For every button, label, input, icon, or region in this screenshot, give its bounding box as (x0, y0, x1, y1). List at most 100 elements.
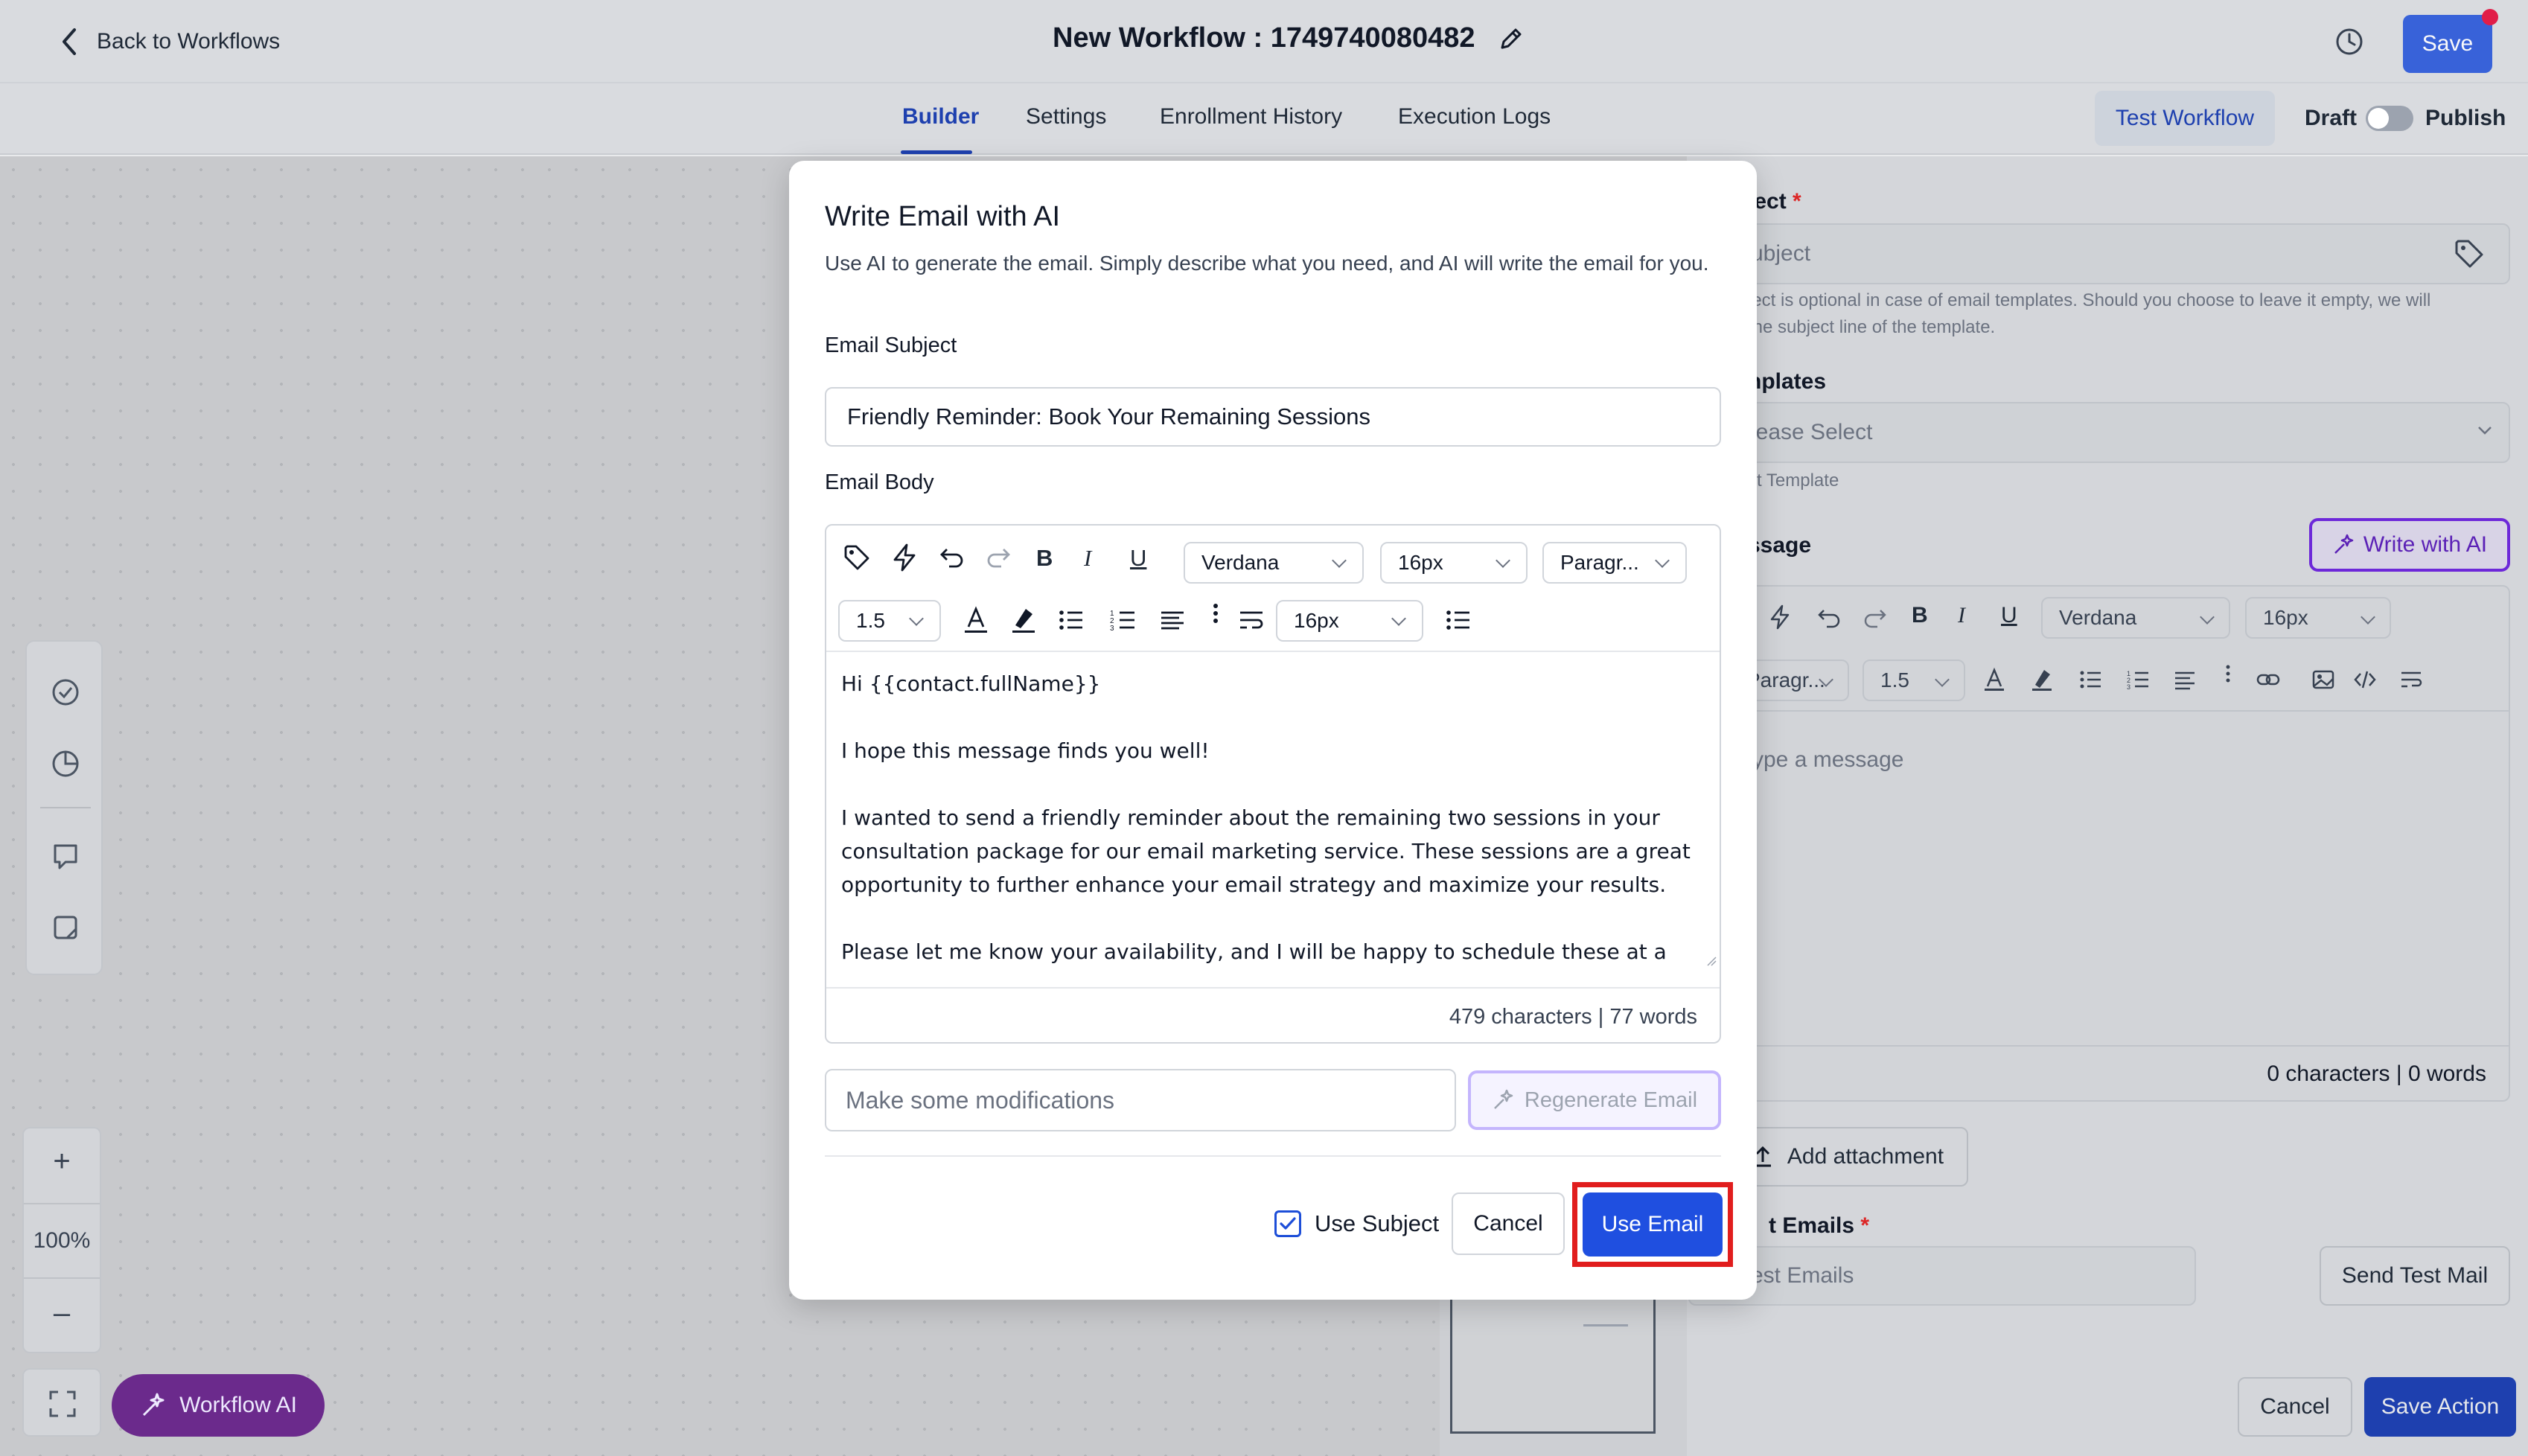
modifications-input[interactable]: Make some modifications (825, 1069, 1456, 1131)
send-test-mail-button[interactable]: Send Test Mail (2320, 1246, 2510, 1306)
save-action-button[interactable]: Save Action (2364, 1377, 2516, 1437)
check-circle-icon[interactable] (49, 676, 82, 709)
font-family-select[interactable]: Verdana (1184, 542, 1364, 584)
zoom-in-button[interactable]: + (24, 1145, 100, 1178)
fit-view-button[interactable] (22, 1368, 101, 1437)
email-subject-label: Email Subject (825, 333, 957, 357)
test-emails-input[interactable]: est Emails (1688, 1246, 2196, 1306)
tab-execution-logs[interactable]: Execution Logs (1398, 104, 1551, 130)
bullet-list-icon[interactable] (2078, 667, 2104, 692)
undo-icon[interactable] (938, 543, 966, 572)
chevron-left-icon (63, 28, 76, 55)
divider (24, 1277, 100, 1279)
bold-icon[interactable]: B (1912, 603, 1937, 628)
undo-icon[interactable] (1816, 604, 1842, 630)
line-height-select[interactable]: 1.5 (1863, 660, 1965, 701)
workflow-title: New Workflow : 1749740080482 (1053, 22, 1525, 54)
history-icon[interactable] (2333, 25, 2366, 58)
paragraph-select[interactable]: Paragr... (1542, 542, 1687, 584)
lightning-icon[interactable] (1767, 604, 1793, 630)
line-height-select[interactable]: 1.5 (838, 600, 941, 642)
sticky-note-icon[interactable] (49, 911, 82, 944)
use-subject-label[interactable]: Use Subject (1315, 1210, 1439, 1237)
text-color-icon[interactable] (1982, 667, 2007, 692)
tab-enrollment-history[interactable]: Enrollment History (1160, 104, 1342, 130)
font-size-select-secondary[interactable]: 16px (1276, 600, 1423, 642)
back-to-workflows-link[interactable]: Back to Workflows (58, 27, 280, 57)
save-button[interactable]: Save (2403, 15, 2492, 73)
tab-settings[interactable]: Settings (1026, 104, 1106, 130)
text-color-icon[interactable] (962, 606, 990, 634)
use-email-button[interactable]: Use Email (1583, 1192, 1723, 1257)
test-workflow-button[interactable]: Test Workflow (2095, 91, 2275, 146)
email-subject-input[interactable]: Friendly Reminder: Book Your Remaining S… (825, 387, 1721, 447)
tag-icon[interactable] (843, 543, 871, 572)
underline-icon[interactable]: U (2001, 603, 2026, 628)
font-family-select[interactable]: Verdana (2041, 597, 2230, 639)
code-icon[interactable] (2352, 667, 2378, 692)
regenerate-email-label: Regenerate Email (1524, 1088, 1698, 1112)
sparkle-icon (1494, 1089, 1513, 1109)
expand-icon (49, 1390, 76, 1417)
regenerate-email-button[interactable]: Regenerate Email (1468, 1070, 1721, 1130)
text-wrap-icon[interactable] (2398, 667, 2424, 692)
align-icon[interactable] (1158, 606, 1187, 634)
italic-icon[interactable]: I (1958, 603, 1983, 628)
zoom-out-button[interactable]: – (24, 1297, 100, 1330)
message-placeholder[interactable]: ype a message (1752, 747, 1903, 773)
more-vertical-icon[interactable] (1201, 601, 1230, 630)
zoom-controls: + 100% – (22, 1127, 101, 1353)
lightning-icon[interactable] (890, 543, 919, 572)
subject-help-text: ject is optional in case of email templa… (1748, 290, 2431, 337)
resize-handle-icon[interactable] (1706, 956, 1717, 966)
image-icon[interactable] (2311, 667, 2336, 692)
modal-cancel-button[interactable]: Cancel (1452, 1192, 1565, 1255)
write-with-ai-button[interactable]: Write with AI (2309, 518, 2510, 572)
numbered-list-icon[interactable]: 123 (2126, 667, 2151, 692)
pencil-icon[interactable] (1498, 25, 1525, 52)
checkmark-icon (1280, 1217, 1296, 1230)
publish-label: Publish (2425, 106, 2506, 130)
align-icon[interactable] (2172, 667, 2197, 692)
modal-title: Write Email with AI (825, 201, 1061, 232)
templates-select[interactable]: lease Select (1688, 402, 2510, 463)
comment-icon[interactable] (49, 840, 82, 872)
email-body-count: 479 characters | 77 words (826, 987, 1720, 1044)
bullet-list-icon[interactable] (1057, 606, 1085, 634)
chevron-down-icon (2478, 427, 2492, 435)
svg-text:3: 3 (1110, 625, 1114, 633)
message-editor: B I U Verdana 16px Paragr... 1.5 123 (1727, 585, 2510, 1102)
use-subject-checkbox[interactable] (1274, 1210, 1301, 1237)
divider (40, 807, 91, 808)
italic-icon[interactable]: I (1084, 545, 1112, 573)
workflow-ai-label: Workflow AI (179, 1393, 297, 1417)
redo-icon[interactable] (984, 543, 1012, 572)
highlight-icon[interactable] (2029, 667, 2055, 692)
add-attachment-button[interactable]: Add attachment (1727, 1127, 1968, 1187)
underline-icon[interactable]: U (1130, 545, 1158, 573)
numbered-list-icon[interactable]: 123 (1109, 606, 1137, 634)
font-size-select[interactable]: 16px (2245, 597, 2391, 639)
write-with-ai-label: Write with AI (2363, 532, 2488, 557)
workflow-title-text: New Workflow : 1749740080482 (1053, 22, 1475, 54)
highlight-icon[interactable] (1009, 606, 1038, 634)
text-wrap-icon[interactable] (1237, 606, 1265, 634)
redo-icon[interactable] (1863, 604, 1888, 630)
active-tab-indicator (901, 150, 972, 154)
list-icon[interactable] (1444, 606, 1472, 634)
panel-cancel-button[interactable]: Cancel (2238, 1377, 2352, 1437)
pie-chart-icon[interactable] (49, 747, 82, 780)
modal-description: Use AI to generate the email. Simply des… (825, 252, 1709, 275)
message-count: 0 characters | 0 words (1727, 1045, 2510, 1100)
font-size-select[interactable]: 16px (1380, 542, 1528, 584)
publish-toggle[interactable] (2366, 106, 2413, 131)
tag-icon[interactable] (2454, 238, 2485, 269)
subject-input[interactable]: ubject (1688, 223, 2510, 284)
link-icon[interactable] (2256, 667, 2281, 692)
tab-builder[interactable]: Builder (902, 104, 979, 130)
more-vertical-icon[interactable] (2215, 662, 2241, 688)
bold-icon[interactable]: B (1036, 545, 1064, 573)
templates-help-text: ct Template (1748, 470, 1839, 491)
workflow-ai-button[interactable]: Workflow AI (112, 1374, 325, 1437)
email-body-content[interactable]: Hi {{contact.fullName}} I hope this mess… (841, 667, 1712, 965)
